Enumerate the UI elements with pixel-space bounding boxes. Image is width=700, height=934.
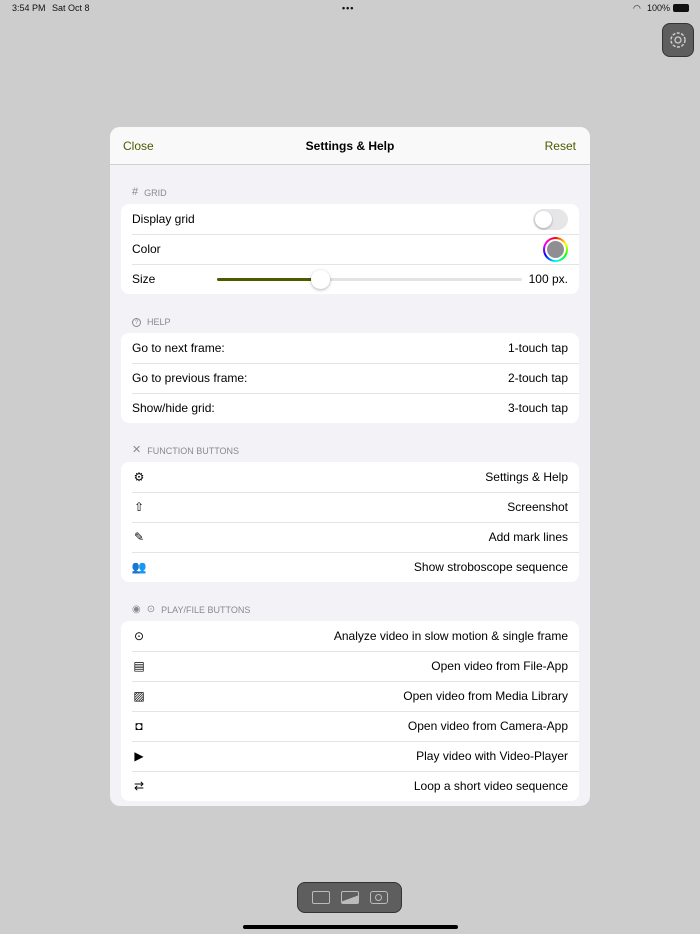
- row-label: Display grid: [132, 212, 195, 226]
- row-value: Play video with Video-Player: [416, 749, 568, 763]
- play-circle-icon: ⊙: [133, 629, 145, 643]
- help-row: Go to next frame: 1-touch tap: [121, 333, 579, 363]
- grid-section: # GRID Display grid Color Size 100 px.: [110, 173, 590, 294]
- functions-row[interactable]: ⚙ Settings & Help: [121, 462, 579, 492]
- loop-icon: ⇄: [133, 779, 145, 793]
- bottom-toolbar: [297, 882, 402, 913]
- size-slider[interactable]: [217, 270, 522, 289]
- row-value: 2-touch tap: [507, 371, 568, 385]
- play-row[interactable]: ⊙ Analyze video in slow motion & single f…: [121, 621, 579, 651]
- color-row: Color: [121, 234, 579, 264]
- row-label: Color: [132, 242, 161, 256]
- play-row[interactable]: ▨ Open video from Media Library: [121, 681, 579, 711]
- play-row[interactable]: ◘ Open video from Camera-App: [121, 711, 579, 741]
- people-icon: 👥: [131, 560, 147, 574]
- functions-row[interactable]: 👥 Show stroboscope sequence: [121, 552, 579, 582]
- row-value: Settings & Help: [485, 470, 568, 484]
- settings-help-modal: Close Settings & Help Reset # GRID Displa…: [110, 127, 590, 806]
- row-value: 1-touch tap: [507, 341, 568, 355]
- file-icon: ▤: [133, 659, 145, 673]
- row-label: Go to previous frame:: [132, 371, 248, 385]
- row-value: Analyze video in slow motion & single fr…: [333, 629, 568, 643]
- share-icon: ⇧: [133, 500, 145, 514]
- color-picker-well[interactable]: [543, 236, 568, 262]
- row-value: Screenshot: [507, 500, 568, 514]
- camera-icon: ◘: [135, 719, 143, 733]
- help-section: ? HELP Go to next frame: 1-touch tap Go to …: [110, 302, 590, 423]
- row-label: Size: [132, 272, 156, 286]
- battery-icon: [673, 4, 689, 12]
- help-row: Show/hide grid: 3-touch tap: [121, 393, 579, 423]
- row-value: Show stroboscope sequence: [413, 560, 568, 574]
- row-value: Add mark lines: [488, 530, 568, 544]
- modal-title: Settings & Help: [305, 139, 395, 153]
- play-rect-icon: ▶: [134, 749, 144, 763]
- row-label: Show/hide grid:: [132, 401, 215, 415]
- status-date: Sat Oct 8: [52, 3, 90, 13]
- home-indicator: [243, 925, 458, 929]
- photo-icon: ▨: [133, 689, 145, 703]
- edit-icon: ✎: [133, 530, 145, 544]
- play-circle-icon: ⊙: [146, 604, 156, 615]
- play-row[interactable]: ▶ Play video with Video-Player: [121, 741, 579, 771]
- status-battery: 100%: [647, 3, 671, 13]
- section-label: HELP: [147, 317, 171, 327]
- functions-row[interactable]: ⇧ Screenshot: [121, 492, 579, 522]
- section-label: FUNCTION BUTTONS: [147, 446, 240, 456]
- wifi-icon: ◠: [633, 3, 641, 13]
- play-row[interactable]: ▤ Open video from File-App: [121, 651, 579, 681]
- grid-hash-icon: #: [132, 186, 139, 198]
- status-time: 3:54 PM: [12, 3, 46, 13]
- row-value: Open video from Camera-App: [407, 719, 568, 733]
- row-value: Open video from File-App: [431, 659, 568, 673]
- size-row: Size 100 px.: [121, 264, 579, 294]
- row-value: Loop a short video sequence: [413, 779, 568, 793]
- row-value: 3-touch tap: [507, 401, 568, 415]
- file-button[interactable]: [311, 891, 330, 904]
- question-circle-icon: ?: [132, 318, 141, 327]
- photo-button[interactable]: [340, 891, 359, 904]
- function-buttons-section: ✕ FUNCTION BUTTONS ⚙ Settings & Help ⇧ Scree…: [110, 431, 590, 582]
- reset-button[interactable]: Reset: [545, 139, 576, 153]
- slider-thumb[interactable]: [310, 270, 330, 289]
- tools-icon: ✕: [132, 444, 142, 456]
- row-label: Go to next frame:: [132, 341, 225, 355]
- modal-header: Close Settings & Help Reset: [110, 127, 590, 165]
- size-value: 100 px.: [528, 272, 568, 286]
- section-label: PLAY/FILE BUTTONS: [161, 605, 251, 615]
- settings-button[interactable]: [662, 23, 694, 57]
- camera-button[interactable]: [369, 891, 388, 904]
- display-grid-toggle[interactable]: [533, 208, 568, 230]
- display-grid-row: Display grid: [121, 204, 579, 234]
- play-row[interactable]: ⇄ Loop a short video sequence: [121, 771, 579, 801]
- record-icon: ◉: [132, 604, 141, 615]
- gear-icon: [670, 32, 686, 48]
- section-label: GRID: [144, 188, 167, 198]
- help-row: Go to previous frame: 2-touch tap: [121, 363, 579, 393]
- gear-play-icon: ⚙: [133, 470, 145, 484]
- play-file-buttons-section: ◉ ⊙ PLAY/FILE BUTTONS ⊙ Analyze video in sl…: [110, 590, 590, 801]
- functions-row[interactable]: ✎ Add mark lines: [121, 522, 579, 552]
- row-value: Open video from Media Library: [403, 689, 568, 703]
- multitask-dots[interactable]: •••: [342, 3, 354, 13]
